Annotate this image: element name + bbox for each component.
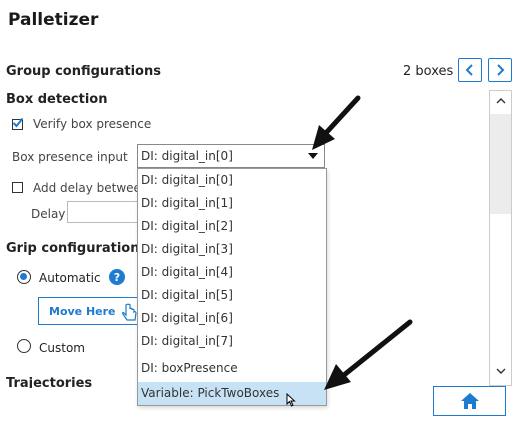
trajectories-title: Trajectories xyxy=(6,376,93,388)
automatic-label: Automatic xyxy=(39,271,101,285)
dropdown-option[interactable]: DI: digital_in[7] xyxy=(138,330,326,353)
home-icon xyxy=(460,393,479,409)
chevron-left-icon xyxy=(465,64,473,76)
app-title: Palletizer xyxy=(8,10,99,30)
delay-label: Delay xyxy=(31,207,66,221)
custom-radio[interactable] xyxy=(17,339,31,353)
scroll-up-icon[interactable] xyxy=(496,97,506,105)
dropdown-option[interactable]: DI: boxPresence xyxy=(138,357,326,380)
grip-configuration-title: Grip configuration xyxy=(6,241,140,256)
boxes-count: 2 boxes xyxy=(403,64,454,79)
home-button[interactable] xyxy=(433,386,506,416)
dropdown-option[interactable]: DI: digital_in[0] xyxy=(138,169,326,192)
add-delay-checkbox[interactable] xyxy=(12,182,23,193)
next-group-button[interactable] xyxy=(488,58,512,82)
dropdown-option[interactable]: DI: digital_in[3] xyxy=(138,238,326,261)
verify-box-presence-label: Verify box presence xyxy=(33,117,152,131)
scroll-down-icon[interactable] xyxy=(496,367,506,375)
caret-down-icon[interactable] xyxy=(308,153,318,159)
checkbox-checked-icon xyxy=(12,117,23,128)
dropdown-option[interactable]: DI: digital_in[1] xyxy=(138,192,326,215)
dropdown-option[interactable]: DI: digital_in[5] xyxy=(138,284,326,307)
box-presence-dropdown-list: DI: digital_in[0] DI: digital_in[1] DI: … xyxy=(137,168,327,406)
group-configurations-title: Group configurations xyxy=(6,64,161,79)
box-detection-title: Box detection xyxy=(6,92,108,107)
dropdown-option[interactable]: DI: digital_in[6] xyxy=(138,307,326,330)
verify-box-presence-checkbox[interactable] xyxy=(12,117,23,130)
box-presence-input-select[interactable]: DI: digital_in[0] xyxy=(137,144,325,168)
box-presence-input-label: Box presence input xyxy=(12,150,128,164)
previous-group-button[interactable] xyxy=(458,58,482,82)
dropdown-option-highlighted[interactable]: Variable: PickTwoBoxes xyxy=(138,382,326,405)
custom-label: Custom xyxy=(39,341,85,355)
help-icon[interactable]: ? xyxy=(109,269,125,285)
delay-input[interactable] xyxy=(67,201,141,223)
dropdown-option[interactable]: DI: digital_in[2] xyxy=(138,215,326,238)
dropdown-option[interactable]: DI: digital_in[4] xyxy=(138,261,326,284)
automatic-radio[interactable] xyxy=(17,270,31,284)
chevron-right-icon xyxy=(497,64,505,76)
mouse-cursor-icon xyxy=(286,393,296,407)
scrollbar-thumb[interactable] xyxy=(490,114,511,214)
add-delay-label: Add delay between xyxy=(33,181,149,195)
